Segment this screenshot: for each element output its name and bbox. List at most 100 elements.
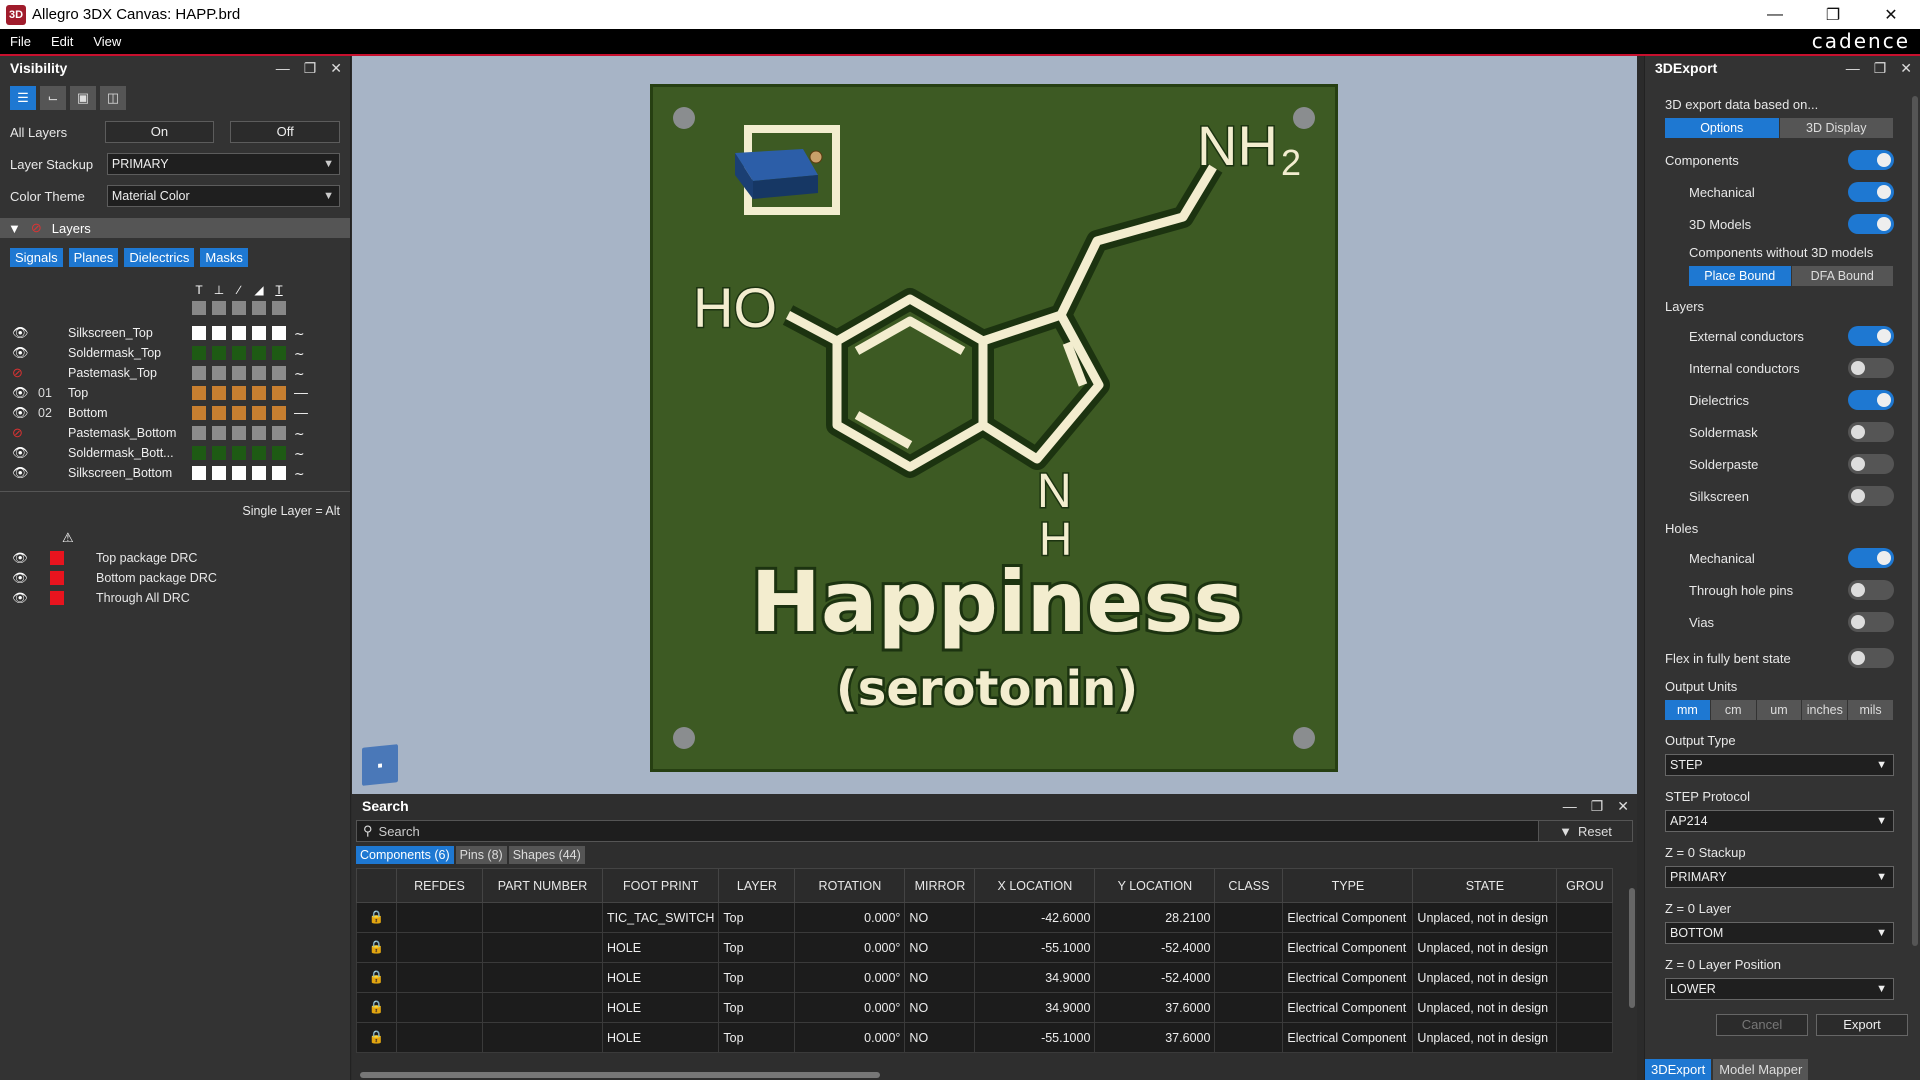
layer-color-swatch[interactable] [192,466,206,480]
layer-color-swatch[interactable] [232,346,246,360]
column-header[interactable]: REFDES [396,868,483,903]
column-header[interactable]: TYPE [1282,868,1414,903]
all-layers-off-button[interactable]: Off [230,121,340,143]
restore-button[interactable]: ❐ [1804,0,1862,29]
float-panel-icon[interactable]: ❐ [1874,60,1887,77]
filter-signals[interactable]: Signals [10,248,63,267]
line-style-icon[interactable]: ∼ [294,366,304,381]
column-check-all[interactable] [192,301,206,315]
place-bound-option[interactable]: Place Bound [1689,266,1792,286]
horizontal-scrollbar[interactable] [360,1072,880,1078]
close-panel-icon[interactable]: ✕ [1900,60,1912,77]
minimize-panel-icon[interactable]: — [1563,798,1577,814]
layer-color-swatch[interactable] [272,446,286,460]
layer-color-swatch[interactable] [212,406,226,420]
toggle-switch[interactable] [1848,358,1894,378]
layer-color-swatch[interactable] [192,366,206,380]
column-header[interactable]: PART NUMBER [482,868,603,903]
menu-file[interactable]: File [0,34,41,49]
column-header[interactable]: X LOCATION [974,868,1096,903]
tab-components[interactable]: Components (6) [356,846,454,864]
minimize-panel-icon[interactable]: — [276,60,290,76]
layer-color-swatch[interactable] [192,386,206,400]
layer-color-swatch[interactable] [252,446,266,460]
line-style-icon[interactable]: ∼ [294,426,304,441]
layer-row[interactable]: ⊘ Pastemask_Bottom ∼ [0,423,350,443]
unit-option[interactable]: um [1756,700,1803,720]
toggle-switch[interactable] [1848,422,1894,442]
lock-icon[interactable]: 🔒 [356,902,397,933]
filter-dielectrics[interactable]: Dielectrics [124,248,195,267]
search-input[interactable]: ⚲ Search ▼ Reset [356,820,1633,842]
layer-row[interactable]: 👁 Soldermask_Bott... ∼ [0,443,350,463]
layer-color-swatch[interactable] [232,366,246,380]
minimize-button[interactable]: — [1746,0,1804,29]
eye-hidden-icon[interactable]: ⊘ [12,365,38,381]
shape-icon[interactable]: ◢ [252,283,266,297]
layer-stackup-select[interactable]: PRIMARY ▼ [106,153,340,175]
close-window-button[interactable]: ✕ [1862,0,1920,29]
tab-shapes[interactable]: Shapes (44) [508,846,585,864]
eye-icon[interactable]: 👁 [12,551,50,566]
layers-mode-icon[interactable]: ☰ [10,86,36,110]
column-header[interactable] [356,868,397,903]
layer-row[interactable]: 👁 Silkscreen_Bottom ∼ [0,463,350,483]
close-panel-icon[interactable]: ✕ [330,60,342,77]
eye-icon[interactable]: 👁 [12,405,38,421]
via-icon[interactable]: ⊥ [212,283,226,297]
eye-icon[interactable]: 👁 [12,465,38,481]
float-panel-icon[interactable]: ❐ [1591,798,1604,815]
float-panel-icon[interactable]: ❐ [304,60,317,77]
layer-color-swatch[interactable] [212,466,226,480]
column-header[interactable]: FOOT PRINT [601,868,720,903]
lock-icon[interactable]: 🔒 [356,932,397,963]
display-mode-icon[interactable]: ◫ [100,86,126,110]
layer-color-swatch[interactable] [252,386,266,400]
cline-icon[interactable]: ∕ [232,283,246,297]
toggle-switch[interactable] [1848,454,1894,474]
layer-color-swatch[interactable] [192,326,206,340]
step-protocol-select[interactable]: AP214 ▼ [1665,810,1894,832]
collapse-arrow-icon[interactable]: ▼ [8,221,21,236]
layer-color-swatch[interactable] [212,346,226,360]
unit-option[interactable]: inches [1802,700,1849,720]
drc-color-swatch[interactable] [50,591,64,605]
lock-icon[interactable]: 🔒 [356,992,397,1023]
toggle-switch[interactable] [1848,326,1894,346]
layer-color-swatch[interactable] [272,426,286,440]
layer-color-swatch[interactable] [272,326,286,340]
menu-edit[interactable]: Edit [41,34,83,49]
layer-color-swatch[interactable] [252,366,266,380]
line-style-icon[interactable]: ‒‒ [294,406,308,420]
reset-filter-button[interactable]: ▼ Reset [1538,821,1632,841]
component-mode-icon[interactable]: ▣ [70,86,96,110]
eye-icon[interactable]: 👁 [12,571,50,586]
pcb-board[interactable]: NH 2 HO N H Happiness (serotonin) [650,84,1338,772]
pin-icon[interactable]: T [192,283,206,297]
line-style-icon[interactable]: ∼ [294,466,304,481]
color-theme-select[interactable]: Material Color ▼ [106,185,340,207]
toggle-switch[interactable] [1848,612,1894,632]
toggle-switch[interactable] [1848,580,1894,600]
column-header[interactable]: GROU [1556,868,1614,903]
layer-color-swatch[interactable] [212,426,226,440]
column-check[interactable] [272,301,286,315]
layer-color-swatch[interactable] [252,406,266,420]
tab-3d-display[interactable]: 3D Display [1779,118,1894,138]
table-row[interactable]: 🔒 HOLE Top 0.000° NO -55.1000 -52.4000 Electric… [356,932,1614,963]
layer-color-swatch[interactable] [232,466,246,480]
unit-option[interactable]: mils [1848,700,1894,720]
drc-row[interactable]: 👁 Through All DRC [0,588,350,608]
lock-icon[interactable]: 🔒 [356,1022,397,1053]
drc-row[interactable]: 👁 Bottom package DRC [0,568,350,588]
eye-icon[interactable]: 👁 [12,325,38,341]
eye-icon[interactable]: 👁 [12,345,38,361]
column-check[interactable] [212,301,226,315]
export-button[interactable]: Export [1816,1014,1908,1036]
toggle-switch[interactable] [1848,548,1894,568]
lock-icon[interactable]: 🔒 [356,962,397,993]
layer-row[interactable]: 👁 Silkscreen_Top ∼ [0,323,350,343]
column-check[interactable] [252,301,266,315]
layer-color-swatch[interactable] [232,386,246,400]
cancel-button[interactable]: Cancel [1716,1014,1808,1036]
